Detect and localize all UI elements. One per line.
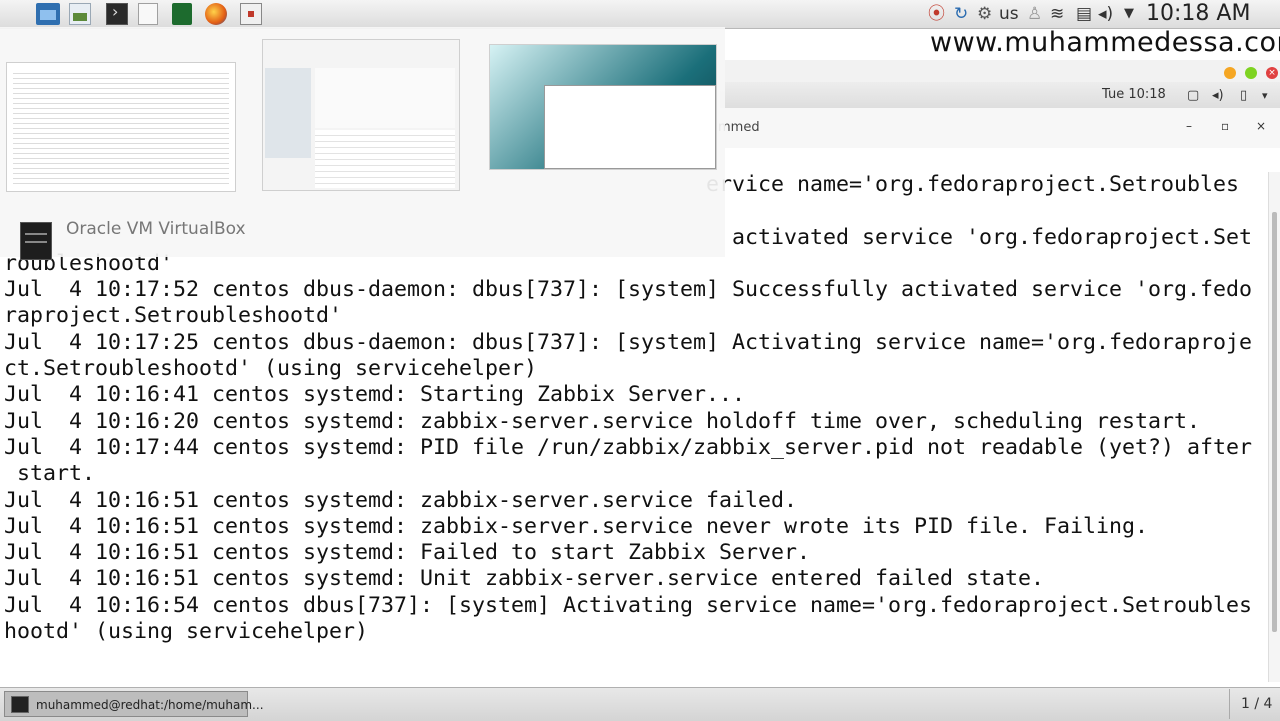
clipboard-icon[interactable]: ▤	[1076, 4, 1092, 24]
terminal-line: Jul 4 10:16:41 centos systemd: Starting …	[4, 382, 746, 408]
thumb-vbox-preview	[315, 68, 455, 128]
switcher-thumb-terminal[interactable]	[6, 62, 236, 192]
image-viewer-icon[interactable]	[69, 3, 91, 25]
thumb-desktop-window	[544, 85, 716, 169]
terminal-line: Jul 4 10:16:51 centos systemd: Failed to…	[4, 540, 811, 566]
input-method-icon[interactable]: ⚙	[977, 4, 992, 24]
updates-icon[interactable]: ↻	[954, 4, 968, 24]
terminal-line: Jul 4 10:17:44 centos systemd: PID file …	[4, 434, 1253, 460]
top-panel: ⦿ ↻ ⚙ us ♙ ≋ ▤ ◂) ▼ 10:18 AM	[0, 0, 1280, 29]
minimize-dot-icon[interactable]	[1224, 67, 1236, 79]
window-minimize-icon[interactable]: –	[1186, 119, 1192, 133]
terminal-line: start.	[4, 461, 96, 487]
switcher-thumb-vm-desktop[interactable]	[489, 44, 717, 170]
close-dot-icon[interactable]: ×	[1266, 67, 1278, 79]
thumb-vbox-details	[315, 130, 455, 188]
clock[interactable]: 10:18 AM	[1146, 0, 1250, 28]
terminal-line: hootd' (using servicehelper)	[4, 619, 369, 645]
terminal-line: Jul 4 10:17:52 centos dbus-daemon: dbus[…	[4, 277, 1253, 303]
switcher-app-label: Oracle VM VirtualBox	[66, 219, 246, 239]
workspace-pager[interactable]: 1 / 4	[1241, 696, 1272, 712]
terminal-line: Jul 4 10:16:51 centos systemd: Unit zabb…	[4, 566, 1045, 592]
thumb-terminal-preview	[13, 69, 229, 185]
terminal-titlebar	[720, 108, 1280, 148]
terminal-line: Jul 4 10:16:51 centos systemd: zabbix-se…	[4, 513, 1149, 539]
maximize-dot-icon[interactable]	[1245, 67, 1257, 79]
chevron-down-icon[interactable]: ▼	[1124, 4, 1134, 24]
window-close-icon[interactable]: ×	[1256, 119, 1266, 133]
terminal-line: Jul 4 10:16:54 centos dbus[737]: [system…	[4, 592, 1253, 618]
wifi-icon[interactable]: ≋	[1050, 4, 1064, 24]
vm-volume-icon[interactable]: ◂)	[1212, 86, 1224, 106]
text-editor-icon[interactable]	[138, 3, 158, 25]
vm-menu-chevron-icon[interactable]: ▾	[1262, 86, 1268, 106]
terminal-line: Jul 4 10:16:20 centos systemd: zabbix-se…	[4, 408, 1201, 434]
vm-clock[interactable]: Tue 10:18	[1102, 87, 1166, 102]
files-icon[interactable]	[36, 3, 60, 25]
virtualbox-app-icon	[20, 222, 52, 260]
terminal-scrollbar[interactable]	[1268, 172, 1280, 682]
package-icon[interactable]	[172, 3, 192, 25]
firefox-icon[interactable]	[205, 3, 227, 25]
terminal-line: Jul 4 10:16:51 centos systemd: zabbix-se…	[4, 487, 798, 513]
terminal-line: raproject.Setroubleshootd'	[4, 303, 343, 329]
terminal-line: ct.Setroubleshootd' (using servicehelper…	[4, 356, 538, 382]
pager-divider	[1229, 689, 1230, 719]
window-maximize-icon[interactable]: ▫	[1221, 119, 1229, 133]
vm-battery-icon[interactable]: ▯	[1240, 86, 1247, 106]
thumb-vbox-list	[265, 68, 311, 158]
record-icon[interactable]: ⦿	[928, 4, 945, 24]
screen-icon[interactable]: ▢	[1187, 86, 1199, 106]
terminal-line: Jul 4 10:17:25 centos dbus-daemon: dbus[…	[4, 329, 1253, 355]
terminal-icon[interactable]	[106, 2, 128, 25]
keyboard-layout[interactable]: us	[999, 4, 1019, 24]
switcher-thumb-virtualbox[interactable]	[262, 39, 460, 191]
user-icon[interactable]: ♙	[1027, 4, 1042, 24]
terminal-icon	[11, 696, 29, 713]
volume-icon[interactable]: ◂)	[1098, 4, 1113, 24]
virtualbox-icon[interactable]	[240, 3, 262, 25]
window-switcher: Oracle VM VirtualBox	[0, 27, 725, 260]
watermark-url: www.muhammedessa.com	[930, 27, 1280, 58]
taskbar-terminal-label: muhammed@redhat:/home/muham...	[36, 698, 264, 712]
